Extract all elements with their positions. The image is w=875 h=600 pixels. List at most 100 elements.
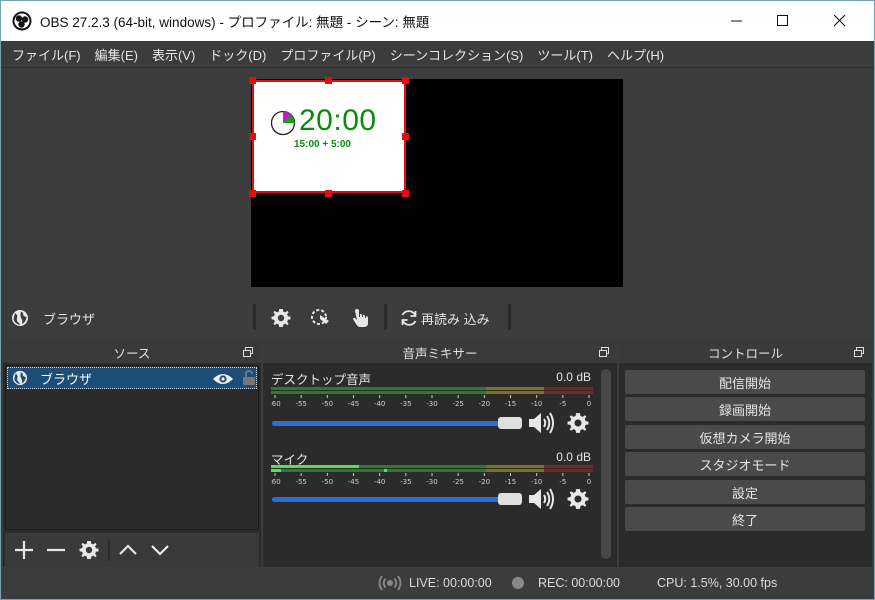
exit-button[interactable]: 終了 <box>625 507 865 531</box>
channel-db: 0.0 dB <box>556 450 591 464</box>
resize-handle[interactable] <box>402 77 409 84</box>
resize-handle[interactable] <box>249 77 256 84</box>
source-properties-button[interactable] <box>78 539 100 561</box>
gear-icon[interactable] <box>567 488 589 510</box>
timer-subtext: 15:00 + 5:00 <box>294 139 351 150</box>
title-bar: OBS 27.2.3 (64-bit, windows) - プロファイル: 無… <box>1 1 874 41</box>
status-bar: LIVE: 00:00:00 REC: 00:00:00 CPU: 1.5%, … <box>1 569 874 599</box>
scale-label: -35 <box>400 400 411 407</box>
preview-canvas[interactable]: 20:00 15:00 + 5:00 <box>249 77 623 287</box>
settings-button[interactable]: 設定 <box>625 480 865 504</box>
sources-list[interactable]: ブラウザ <box>5 365 259 530</box>
speaker-volume-icon[interactable] <box>527 411 557 435</box>
move-down-button[interactable] <box>149 539 171 561</box>
gear-icon[interactable] <box>567 412 589 434</box>
audio-meter <box>271 387 593 394</box>
maximize-icon <box>777 15 788 26</box>
menu-edit[interactable]: 編集(E) <box>88 45 145 64</box>
resize-handle[interactable] <box>402 190 409 197</box>
properties-button[interactable] <box>269 307 293 329</box>
scale-label: -40 <box>374 400 385 407</box>
scale-label: -60 <box>271 400 281 407</box>
volume-slider-handle[interactable] <box>498 493 522 505</box>
resize-handle[interactable] <box>325 190 332 197</box>
scale-label: 0 <box>587 478 591 485</box>
source-item-name: ブラウザ <box>40 371 93 387</box>
float-dock-icon[interactable] <box>854 347 864 357</box>
resize-handle[interactable] <box>249 190 256 197</box>
audio-mixer-header[interactable]: 音声ミキサー <box>263 341 617 363</box>
float-dock-icon[interactable] <box>243 347 253 357</box>
mixer-body: デスクトップ音声 0.0 dB -60-55-50-45-40-35-30-25… <box>265 365 615 565</box>
start-virtual-camera-button[interactable]: 仮想カメラ開始 <box>625 425 865 449</box>
rec-status: REC: 00:00:00 <box>538 576 620 590</box>
menu-help[interactable]: ヘルプ(H) <box>600 45 671 64</box>
audio-mixer-dock: 音声ミキサー デスクトップ音声 0.0 dB -60-55-50-45-40-3… <box>263 341 617 567</box>
minus-icon <box>47 548 65 552</box>
scale-label: -10 <box>531 400 542 407</box>
menu-dock[interactable]: ドック(D) <box>202 45 273 64</box>
channel-db: 0.0 dB <box>556 370 591 384</box>
scale-label: -50 <box>322 400 333 407</box>
resize-handle[interactable] <box>325 77 332 84</box>
volume-slider[interactable] <box>272 421 512 426</box>
add-source-button[interactable] <box>13 539 35 561</box>
controls-dock-title: コントロール <box>707 346 783 361</box>
menu-scene-collection[interactable]: シーンコレクション(S) <box>383 45 531 64</box>
audio-mixer-title: 音声ミキサー <box>402 346 478 361</box>
menu-file[interactable]: ファイル(F) <box>5 45 88 64</box>
scale-label: -60 <box>271 478 281 485</box>
window-title: OBS 27.2.3 (64-bit, windows) - プロファイル: 無… <box>40 15 430 30</box>
refresh-icon <box>401 310 417 326</box>
filters-button[interactable] <box>309 307 333 329</box>
move-up-button[interactable] <box>117 539 139 561</box>
studio-mode-button[interactable]: スタジオモード <box>625 452 865 476</box>
resize-handle[interactable] <box>402 133 409 140</box>
menu-bar: ファイル(F) 編集(E) 表示(V) ドック(D) プロファイル(P) シーン… <box>1 41 874 68</box>
preview-area: 20:00 15:00 + 5:00 <box>1 69 874 295</box>
maximize-button[interactable] <box>760 1 806 41</box>
menu-view[interactable]: 表示(V) <box>145 45 202 64</box>
reload-label: 再読み 込み <box>421 311 490 327</box>
scale-label: -5 <box>559 478 566 485</box>
scale-label: -30 <box>426 400 437 407</box>
hand-pointer-icon <box>353 309 368 327</box>
eye-visibility-icon[interactable] <box>212 372 234 386</box>
volume-slider-handle[interactable] <box>498 417 522 429</box>
minimize-button[interactable] <box>714 1 760 41</box>
speaker-volume-icon[interactable] <box>527 487 557 511</box>
mixer-scrollbar[interactable] <box>601 369 611 559</box>
start-recording-button[interactable]: 録画開始 <box>625 397 865 421</box>
resize-handle[interactable] <box>249 133 256 140</box>
menu-tools[interactable]: ツール(T) <box>530 45 600 64</box>
start-streaming-button[interactable]: 配信開始 <box>625 370 865 394</box>
source-toolbar: ブラウザ 再読み 込み <box>1 299 874 337</box>
source-item[interactable]: ブラウザ <box>7 367 257 389</box>
controls-dock-header[interactable]: コントロール <box>619 341 872 363</box>
scale-label: -20 <box>479 400 490 407</box>
interact-button[interactable] <box>349 307 373 329</box>
volume-slider[interactable] <box>272 497 512 502</box>
timer-pie-icon <box>270 110 296 136</box>
sources-dock-header[interactable]: ソース <box>3 341 261 363</box>
scale-label: -15 <box>505 478 516 485</box>
toolbar-divider <box>384 304 387 330</box>
meter-scale: -60-55-50-45-40-35-30-25-20-15-10-50 <box>271 395 591 407</box>
close-button[interactable] <box>817 1 863 41</box>
close-icon <box>834 15 846 27</box>
scale-label: -30 <box>426 478 437 485</box>
scale-label: -50 <box>322 478 333 485</box>
globe-icon <box>12 310 28 326</box>
menu-profile[interactable]: プロファイル(P) <box>273 45 382 64</box>
float-dock-icon[interactable] <box>599 347 609 357</box>
scale-label: -35 <box>400 478 411 485</box>
toolbar-divider <box>108 539 110 561</box>
unlock-icon[interactable] <box>242 370 256 386</box>
remove-source-button[interactable] <box>45 539 67 561</box>
scale-label: -45 <box>348 478 359 485</box>
browser-source-bounding-box[interactable]: 20:00 15:00 + 5:00 <box>252 80 406 193</box>
reload-button[interactable]: 再読み 込み <box>399 306 490 330</box>
obs-logo-icon <box>12 11 32 31</box>
record-dot-icon <box>512 577 524 589</box>
filter-icon <box>311 309 329 325</box>
